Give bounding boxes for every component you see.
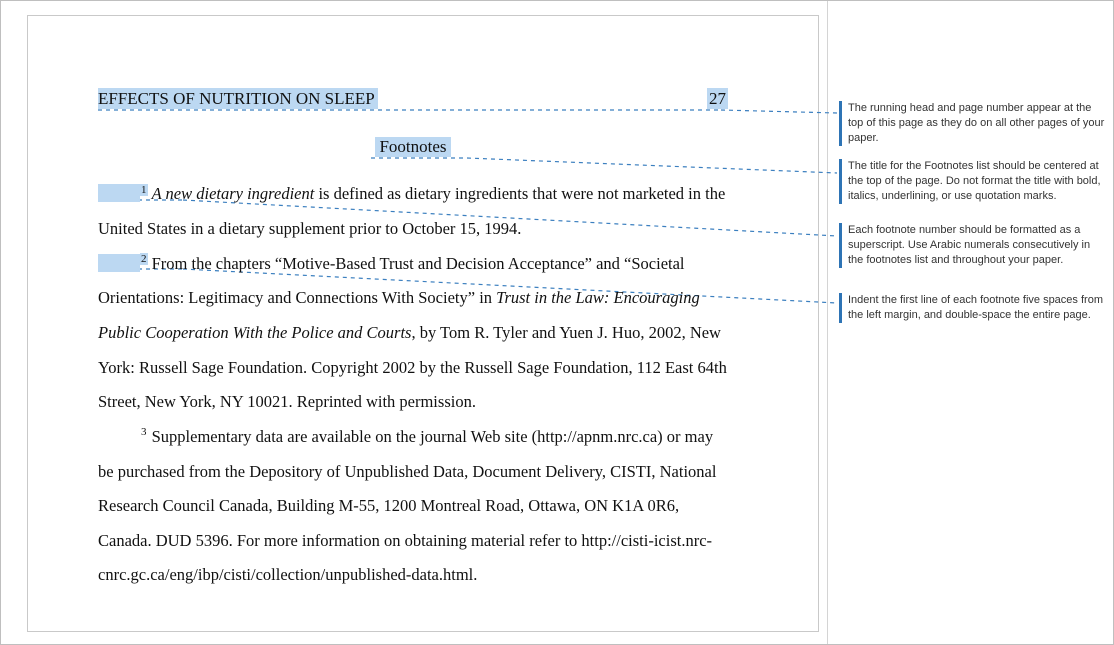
section-title-row: Footnotes: [98, 137, 728, 157]
page-number: 27: [707, 88, 728, 109]
annotation-item: Indent the first line of each footnote f…: [839, 293, 1106, 323]
annotation-item: The running head and page number appear …: [839, 101, 1106, 146]
footnote-number: 1: [140, 184, 148, 196]
annotation-item: The title for the Footnotes list should …: [839, 159, 1106, 204]
annotation-item: Each footnote number should be formatted…: [839, 223, 1106, 268]
vertical-separator: [827, 1, 828, 645]
footnote-item: 2 From the chapters “Motive-Based Trust …: [98, 247, 728, 420]
footnotes-body: 1 A new dietary ingredient is defined as…: [98, 177, 728, 593]
running-head-text: EFFECTS OF NUTRITION ON SLEEP: [98, 88, 378, 109]
indent-highlight: [98, 254, 140, 272]
indent-highlight: [98, 184, 140, 202]
running-head-row: EFFECTS OF NUTRITION ON SLEEP 27: [98, 88, 728, 109]
section-title: Footnotes: [375, 137, 450, 157]
document-canvas: EFFECTS OF NUTRITION ON SLEEP 27 Footnot…: [0, 0, 1114, 645]
footnote-text: Supplementary data are available on the …: [98, 427, 716, 585]
footnote-number: 3: [140, 426, 148, 438]
footnote-item: 1 A new dietary ingredient is defined as…: [98, 177, 728, 246]
footnote-italic-phrase: A new dietary ingredient: [152, 184, 315, 203]
page-area: EFFECTS OF NUTRITION ON SLEEP 27 Footnot…: [27, 15, 819, 632]
footnote-number: 2: [140, 253, 148, 265]
annotation-panel: The running head and page number appear …: [839, 1, 1101, 645]
footnote-item: 3 Supplementary data are available on th…: [98, 420, 728, 593]
